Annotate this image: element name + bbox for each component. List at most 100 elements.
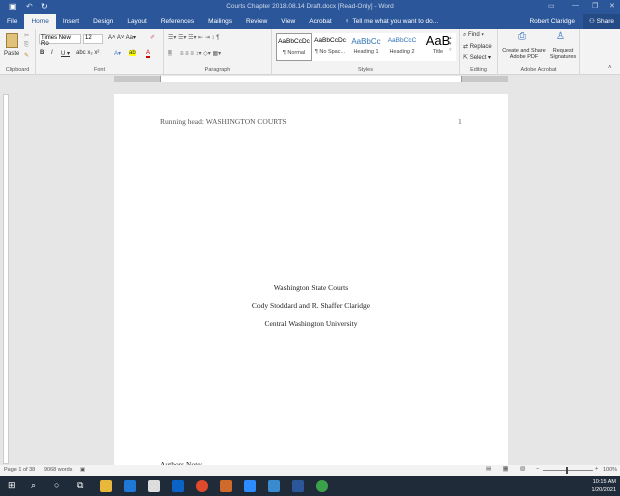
copy-icon[interactable]: ⎘	[24, 42, 29, 49]
tab-design[interactable]: Design	[86, 14, 120, 29]
tab-home[interactable]: Home	[24, 14, 56, 29]
style-no-spacing[interactable]: AaBbCcDc ¶ No Spac...	[312, 33, 348, 61]
bold-button[interactable]: B	[40, 50, 44, 56]
mail-icon[interactable]	[268, 480, 280, 492]
paste-button[interactable]: Paste	[4, 51, 19, 57]
acrobat-label: Adobe Acrobat	[520, 67, 557, 73]
zoom-in-button[interactable]: +	[595, 466, 598, 472]
strikethrough-button[interactable]: abc x₂ x²	[76, 50, 99, 56]
cortana-icon[interactable]: ○	[54, 480, 59, 490]
font-size-select[interactable]: 12	[83, 34, 103, 44]
create-pdf-button[interactable]: Create and Share Adobe PDF	[500, 48, 548, 60]
acrobat-group: ⎙ Create and Share Adobe PDF ♙ Request S…	[498, 29, 580, 75]
style-name: ¶ Normal	[282, 50, 306, 56]
style-sample: AaBbCcDc	[314, 37, 346, 44]
user-name[interactable]: Robert Claridge	[529, 18, 575, 25]
web-layout-icon[interactable]: ▧	[520, 466, 525, 472]
chrome-icon[interactable]	[196, 480, 208, 492]
maximize-icon[interactable]: ❐	[592, 2, 598, 10]
app-icon[interactable]	[220, 480, 232, 492]
style-name: Heading 1	[353, 49, 379, 55]
tab-view[interactable]: View	[274, 14, 302, 29]
share-button[interactable]: ⚇ Share	[583, 14, 620, 29]
paper-authors: Cody Stoddard and R. Shaffer Claridge	[251, 301, 371, 310]
bullets-icon[interactable]: ☰▾ ☰▾ ☰▾ ⇤ ⇥ ↕ ¶	[168, 34, 219, 41]
styles-scroll-icon[interactable]: ▴ ▾ ▿	[449, 35, 452, 53]
highlight-icon[interactable]: ab	[129, 50, 136, 56]
editing-group: ⌕ Find ▾ ⇄ Replace ⇱ Select ▾ Editing	[460, 29, 498, 75]
close-icon[interactable]: ✕	[609, 2, 615, 10]
taskbar: ⊞ ⌕ ○ ⧉ 10:15 AM 1/20/2021	[0, 476, 620, 496]
grow-font-icon[interactable]: A˄ A˅ Aa▾	[108, 34, 136, 41]
style-heading-1[interactable]: AaBbCc Heading 1	[348, 33, 384, 61]
window-title: Courts Chapter 2018.08.14 Draft.docx [Re…	[226, 3, 394, 10]
running-head: Running head: WASHINGTON COURTS	[160, 117, 287, 126]
zoom-level[interactable]: 100%	[603, 467, 617, 473]
zoom-slider-thumb[interactable]	[566, 467, 568, 474]
paper-affiliation: Central Washington University	[264, 319, 358, 328]
format-painter-icon[interactable]: ✎	[24, 52, 29, 59]
italic-button[interactable]: I	[51, 50, 53, 56]
paste-icon[interactable]	[6, 33, 18, 48]
tab-file[interactable]: File	[0, 14, 24, 29]
clock-date[interactable]: 1/20/2021	[592, 486, 616, 494]
underline-button[interactable]: U ▾	[61, 50, 70, 57]
style-sample: AaBbCcDc	[278, 38, 310, 45]
paper-title: Washington State Courts	[273, 283, 349, 292]
app-green-icon[interactable]	[316, 480, 328, 492]
cut-icon[interactable]: ✂	[24, 32, 29, 39]
word-icon[interactable]	[292, 480, 304, 492]
edge-icon[interactable]	[124, 480, 136, 492]
font-label: Font	[93, 67, 105, 73]
clipboard-label: Clipboard	[5, 67, 30, 73]
select-button[interactable]: ⇱ Select ▾	[463, 54, 491, 61]
store-icon[interactable]	[148, 480, 160, 492]
title-bar: ▣ ↶ ↻ Courts Chapter 2018.08.14 Draft.do…	[0, 0, 620, 14]
tab-references[interactable]: References	[154, 14, 201, 29]
styles-label: Styles	[358, 67, 373, 73]
file-explorer-icon[interactable]	[100, 480, 112, 492]
collapse-ribbon-icon[interactable]: ˄	[608, 65, 612, 71]
style-normal[interactable]: AaBbCcDc ¶ Normal	[276, 33, 312, 61]
page-count[interactable]: Page 1 of 38	[4, 467, 35, 473]
styles-group: AaBbCcDc ¶ Normal AaBbCcDc ¶ No Spac... Aa…	[272, 29, 460, 75]
find-label: Find	[468, 32, 480, 38]
tell-me-input[interactable]: Tell me what you want to do...	[353, 18, 439, 25]
vertical-ruler[interactable]	[3, 94, 9, 464]
style-heading-2[interactable]: AaBbCcC Heading 2	[384, 33, 420, 61]
pdf-icon: ⎙	[518, 31, 526, 42]
text-effects-icon[interactable]: A▾	[114, 50, 121, 57]
ribbon: Paste ✂ ⎘ ✎ Clipboard Times New Ro 12 A˄…	[0, 29, 620, 75]
proofing-icon[interactable]: ▣	[80, 467, 85, 473]
print-layout-icon[interactable]: ▦	[503, 466, 509, 472]
zoom-app-icon[interactable]	[244, 480, 256, 492]
align-left-icon[interactable]: ≡	[168, 50, 172, 56]
read-mode-icon[interactable]: ▤	[486, 466, 491, 472]
replace-button[interactable]: ⇄ Replace	[463, 43, 492, 50]
request-signatures-button[interactable]: Request Signatures	[548, 48, 578, 60]
font-color-icon[interactable]: A	[146, 50, 151, 58]
tab-acrobat[interactable]: Acrobat	[302, 14, 338, 29]
ribbon-display-icon[interactable]: ▭	[548, 2, 555, 10]
windows-start-icon[interactable]: ⊞	[8, 480, 16, 491]
zoom-out-button[interactable]: −	[536, 466, 539, 472]
clock-time[interactable]: 10:15 AM	[592, 478, 616, 486]
zoom-slider[interactable]	[543, 470, 593, 471]
replace-icon: ⇄	[463, 44, 470, 50]
minimize-icon[interactable]: —	[572, 2, 579, 9]
tab-review[interactable]: Review	[239, 14, 274, 29]
search-icon[interactable]: ⌕	[31, 480, 36, 491]
document-page[interactable]: Running head: WASHINGTON COURTS 1 Washin…	[114, 94, 508, 469]
signature-icon: ♙	[556, 31, 565, 42]
outlook-icon[interactable]	[172, 480, 184, 492]
clear-formatting-icon[interactable]: ✐	[150, 34, 155, 41]
tab-mailings[interactable]: Mailings	[201, 14, 239, 29]
horizontal-ruler[interactable]	[0, 75, 620, 84]
word-count[interactable]: 9068 words	[44, 467, 72, 473]
font-name-select[interactable]: Times New Ro	[39, 34, 81, 47]
align-icons[interactable]: ≡ ≡ ≡ ↕▾ ◇▾ ▦▾	[180, 50, 221, 57]
tab-insert[interactable]: Insert	[56, 14, 86, 29]
tab-layout[interactable]: Layout	[120, 14, 154, 29]
find-button[interactable]: ⌕ Find ▾	[463, 32, 484, 39]
task-view-icon[interactable]: ⧉	[77, 480, 83, 491]
